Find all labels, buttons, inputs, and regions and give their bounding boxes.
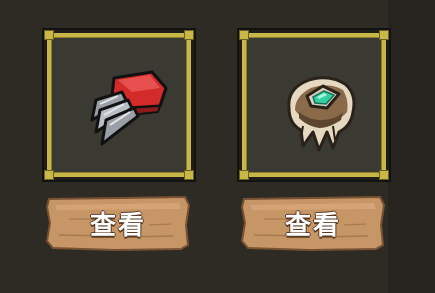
- fur-amulet-icon: [287, 76, 356, 152]
- red-claw-glove-icon: [90, 70, 168, 146]
- frame-corner: [44, 170, 54, 180]
- view-button-label: 查看: [284, 210, 341, 241]
- slot-frame: [239, 30, 389, 180]
- frame-corner: [379, 30, 389, 40]
- frame-corner: [239, 170, 249, 180]
- view-button-2[interactable]: 查看: [240, 195, 386, 251]
- item-slot-1[interactable]: [42, 28, 196, 182]
- right-panel-edge: [388, 0, 435, 293]
- item-slot-2[interactable]: [237, 28, 391, 182]
- view-button-label: 查看: [89, 210, 146, 241]
- slot-frame: [44, 30, 194, 180]
- view-button-1[interactable]: 查看: [45, 195, 191, 251]
- frame-corner: [379, 170, 389, 180]
- frame-corner: [239, 30, 249, 40]
- frame-corner: [184, 30, 194, 40]
- frame-corner: [44, 30, 54, 40]
- frame-corner: [184, 170, 194, 180]
